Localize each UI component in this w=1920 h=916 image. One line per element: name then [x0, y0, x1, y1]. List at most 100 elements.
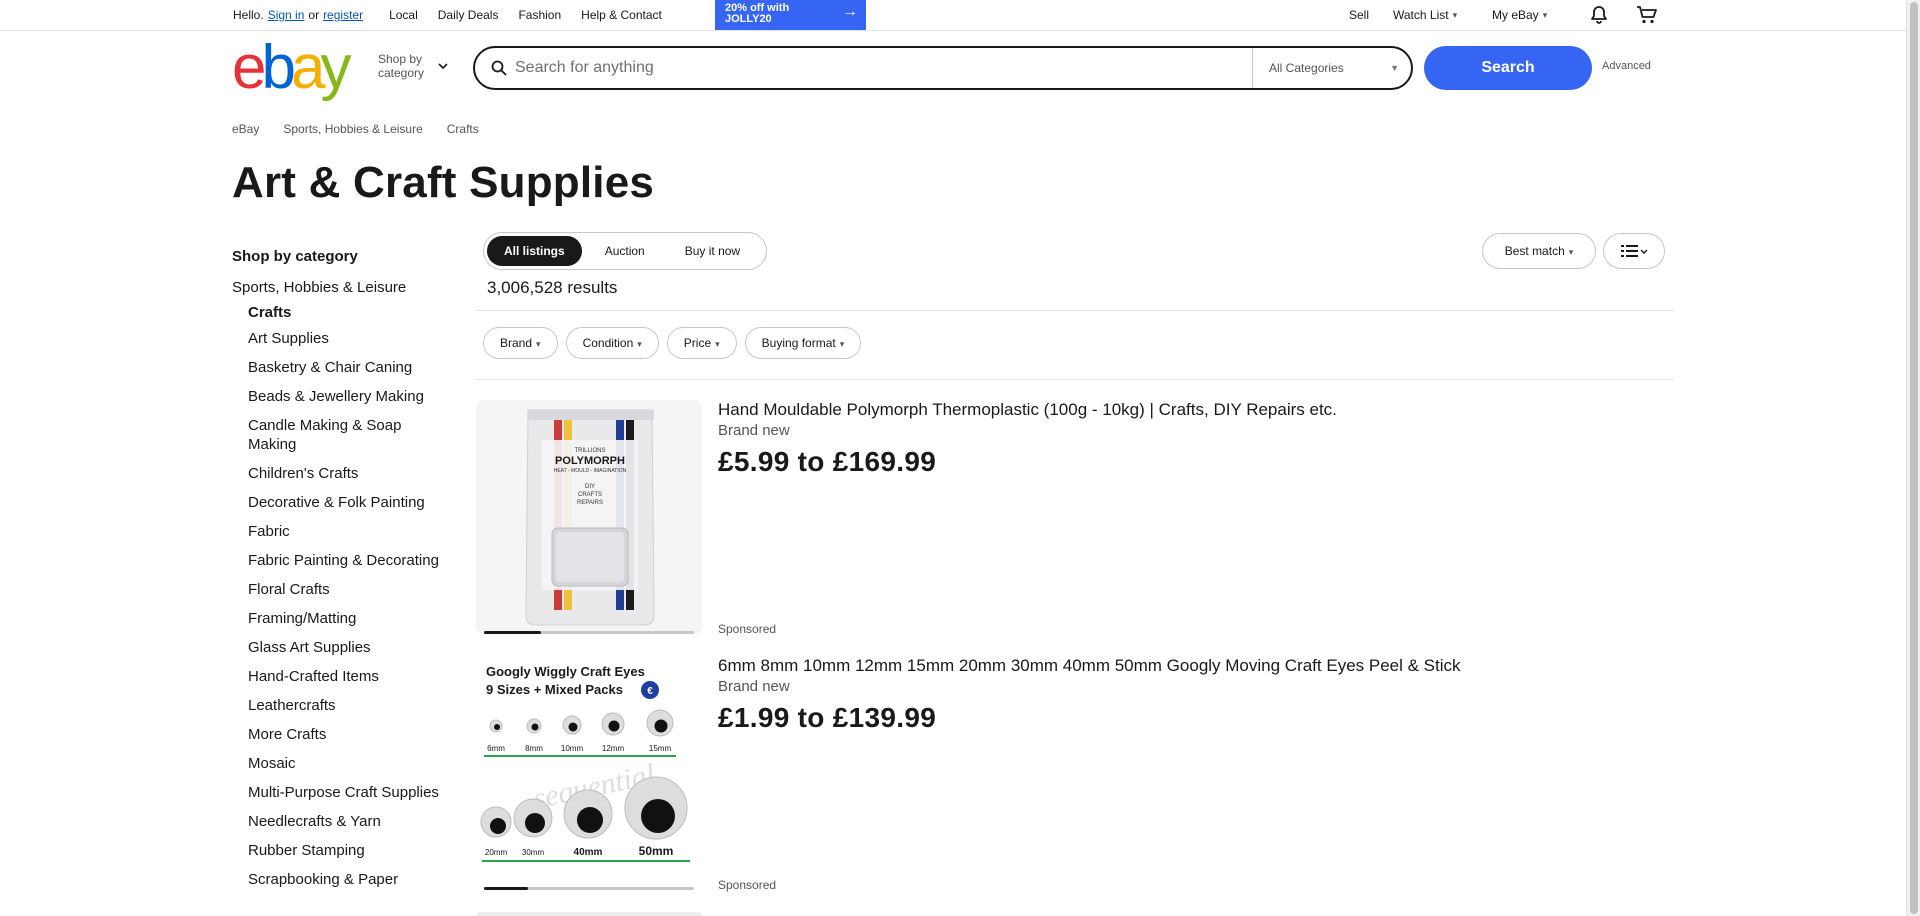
listing-title[interactable]: Hand Mouldable Polymorph Thermoplastic (… [718, 400, 1337, 420]
image-carousel-progress-fill [484, 631, 541, 634]
sidebar-item-floral-crafts[interactable]: Floral Crafts [232, 580, 447, 599]
sponsored-label: Sponsored [718, 622, 777, 636]
sidebar-item-more-crafts[interactable]: More Crafts [232, 725, 447, 744]
sidebar-item-scrapbooking-paper[interactable]: Scrapbooking & Paper [232, 870, 447, 889]
nav-link-help-contact[interactable]: Help & Contact [581, 8, 662, 22]
sidebar-item-decorative-folk-painting[interactable]: Decorative & Folk Painting [232, 493, 447, 512]
listing-condition: Brand new [718, 422, 790, 439]
promo-banner[interactable]: 20% off with JOLLY20 → [715, 0, 866, 30]
nav-link-daily-deals[interactable]: Daily Deals [438, 8, 499, 22]
image-headline-text: 9 Sizes + Mixed Packs [486, 682, 623, 697]
sort-dropdown[interactable]: Best match ▾ [1482, 233, 1596, 269]
filter-brand-label: Brand [500, 336, 533, 350]
sidebar-item-glass-art-supplies[interactable]: Glass Art Supplies [232, 638, 447, 657]
listing-condition: Brand new [718, 678, 790, 695]
listing-price: £5.99 to £169.99 [718, 446, 937, 477]
search-button[interactable]: Search [1424, 46, 1592, 90]
sidebar-item-basketry-chair-caning[interactable]: Basketry & Chair Caning [232, 358, 447, 377]
image-carousel-progress [484, 887, 694, 890]
sidebar-item-needlecrafts-yarn[interactable]: Needlecrafts & Yarn [232, 812, 447, 831]
breadcrumb-ebay[interactable]: eBay [232, 122, 259, 136]
watch-list-label: Watch List [1393, 8, 1449, 22]
listing-item: Googly Wiggly Craft Eyes 9 Sizes + Mixed… [476, 656, 1674, 912]
chevron-down-icon[interactable] [437, 60, 449, 72]
listing-image-partial [476, 912, 702, 916]
polymorph-bag-image: TRILLIONS POLYMORPH HEAT - MOULD - IMAGI… [476, 400, 702, 634]
sidebar-item-rubber-stamping[interactable]: Rubber Stamping [232, 841, 447, 860]
chevron-down-icon: ▾ [637, 339, 642, 349]
sign-in-link[interactable]: Sign in [268, 8, 305, 22]
top-nav-left: Hello. Sign in or register Local Daily D… [233, 0, 662, 30]
cart-icon[interactable] [1634, 3, 1660, 27]
chevron-down-icon: ▾ [536, 339, 541, 349]
sidebar-item-fabric-painting-decorating[interactable]: Fabric Painting & Decorating [232, 551, 447, 570]
arrow-right-icon: → [842, 3, 858, 20]
filter-price[interactable]: Price ▾ [666, 327, 737, 359]
listing-price: £1.99 to £139.99 [718, 702, 937, 733]
notification-bell-icon[interactable] [1586, 3, 1612, 27]
divider [476, 310, 1674, 311]
or-text: or [308, 8, 320, 22]
vertical-scrollbar[interactable] [1906, 0, 1920, 916]
image-product-text: POLYMORPH [555, 455, 625, 467]
listing-image[interactable]: TRILLIONS POLYMORPH HEAT - MOULD - IMAGI… [476, 400, 702, 634]
image-use-text: DIY [585, 484, 595, 490]
breadcrumb-crafts[interactable]: Crafts [447, 122, 479, 136]
logo-letter-a: a [290, 33, 326, 102]
logo-letter-e: e [232, 33, 267, 102]
chevron-down-icon: ▼ [1390, 63, 1399, 73]
view-toggle-button[interactable] [1603, 233, 1665, 269]
tab-all-listings[interactable]: All listings [487, 236, 582, 266]
sidebar-item-parent[interactable]: Sports, Hobbies & Leisure [232, 279, 447, 296]
scrollbar-thumb[interactable] [1910, 2, 1918, 914]
sidebar-item-fabric[interactable]: Fabric [232, 522, 447, 541]
chevron-down-icon: ▾ [1542, 9, 1548, 20]
filter-brand[interactable]: Brand ▾ [483, 327, 558, 359]
sidebar-item-art-supplies[interactable]: Art Supplies [232, 329, 447, 348]
nav-link-fashion[interactable]: Fashion [518, 8, 561, 22]
sidebar-item-framing-matting[interactable]: Framing/Matting [232, 609, 447, 628]
sidebar-item-leathercrafts[interactable]: Leathercrafts [232, 696, 447, 715]
advanced-search-link[interactable]: Advanced [1602, 60, 1651, 72]
filter-buying-format[interactable]: Buying format ▾ [744, 327, 862, 359]
googly-eyes-image: Googly Wiggly Craft Eyes 9 Sizes + Mixed… [476, 656, 702, 890]
sponsored-label: Sponsored [718, 878, 777, 892]
breadcrumb-sports-hobbies-leisure[interactable]: Sports, Hobbies & Leisure [283, 122, 422, 136]
sidebar-item-current: Crafts [248, 304, 292, 321]
sell-link[interactable]: Sell [1349, 0, 1369, 30]
category-select[interactable]: All Categories ▼ [1252, 48, 1413, 88]
listing-title[interactable]: 6mm 8mm 10mm 12mm 15mm 20mm 30mm 40mm 50… [718, 656, 1461, 676]
filter-condition-label: Condition [582, 336, 634, 350]
nav-link-local[interactable]: Local [389, 8, 418, 22]
size-label: 50mm [639, 844, 674, 858]
ebay-logo[interactable]: ebay [232, 33, 351, 102]
chevron-down-icon: ▾ [1452, 9, 1458, 20]
chevron-down-icon: ▾ [839, 339, 845, 349]
listing-image[interactable]: Googly Wiggly Craft Eyes 9 Sizes + Mixed… [476, 656, 702, 890]
sidebar-item-multi-purpose-craft-supplies[interactable]: Multi-Purpose Craft Supplies [232, 783, 447, 802]
sidebar-item-children-s-crafts[interactable]: Children's Crafts [232, 464, 447, 483]
filter-price-label: Price [683, 336, 712, 350]
tab-buy-it-now[interactable]: Buy it now [668, 236, 757, 266]
size-label: 15mm [649, 744, 672, 753]
sidebar-item-hand-crafted-items[interactable]: Hand-Crafted Items [232, 667, 447, 686]
watch-list-menu[interactable]: Watch List ▾ [1393, 0, 1457, 30]
shop-by-category-button[interactable]: Shop by category [378, 52, 424, 80]
tab-auction[interactable]: Auction [588, 236, 662, 266]
filter-buying-format-label: Buying format [761, 336, 836, 350]
category-select-value: All Categories [1269, 61, 1344, 75]
size-label: 12mm [602, 744, 625, 753]
breadcrumb: eBay Sports, Hobbies & Leisure Crafts [232, 122, 503, 136]
my-ebay-menu[interactable]: My eBay ▾ [1492, 0, 1547, 30]
image-headline-text: Googly Wiggly Craft Eyes [486, 664, 645, 679]
search-input[interactable] [515, 54, 1255, 82]
shop-by-line-1: Shop by [378, 52, 423, 66]
filter-condition[interactable]: Condition ▾ [565, 327, 659, 359]
page-title: Art & Craft Supplies [232, 158, 655, 207]
register-link[interactable]: register [323, 8, 363, 22]
filter-bar: Brand ▾ Condition ▾ Price ▾ Buying format ▾ [483, 327, 869, 359]
divider [476, 379, 1674, 380]
sidebar-item-mosaic[interactable]: Mosaic [232, 754, 447, 773]
sidebar-item-beads-jewellery-making[interactable]: Beads & Jewellery Making [232, 387, 447, 406]
sidebar-item-candle-making-soap-making[interactable]: Candle Making & Soap Making [232, 416, 447, 454]
